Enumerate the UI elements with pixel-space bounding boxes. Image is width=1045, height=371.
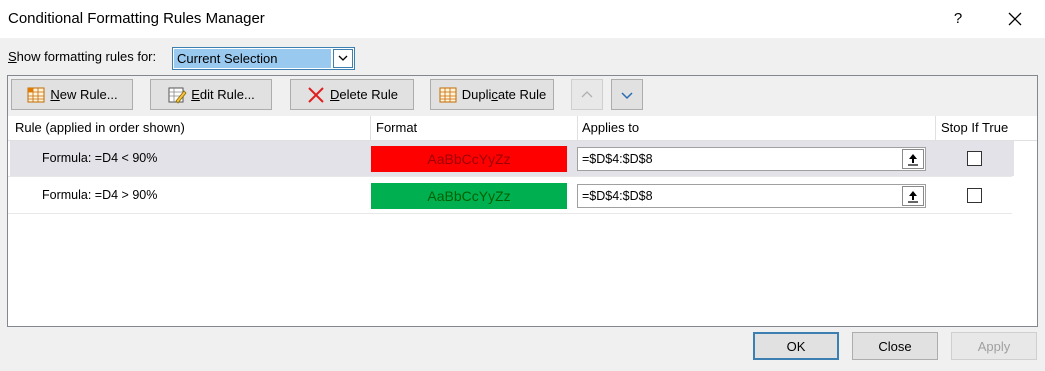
new-rule-label: New Rule...: [50, 87, 118, 102]
applies-to-value: =$D$4:$D$8: [582, 189, 653, 203]
delete-rule-button[interactable]: Delete Rule: [290, 79, 414, 110]
chevron-up-icon: [581, 90, 593, 97]
move-down-button[interactable]: [611, 79, 643, 110]
applies-to-field[interactable]: =$D$4:$D$8: [577, 184, 926, 208]
collapse-dialog-icon[interactable]: [902, 186, 924, 206]
edit-rule-icon: [167, 86, 187, 104]
close-icon[interactable]: [1004, 8, 1026, 30]
column-divider: [577, 116, 578, 140]
new-rule-icon: [26, 86, 46, 104]
close-button[interactable]: Close: [852, 332, 938, 360]
move-up-button[interactable]: [571, 79, 603, 110]
column-divider: [370, 116, 371, 140]
scope-dropdown[interactable]: Current Selection: [172, 47, 355, 70]
rules-panel: New Rule... Edit Rule... Delete Rule Dup…: [7, 75, 1038, 327]
delete-x-icon: [306, 86, 326, 104]
apply-button[interactable]: Apply: [951, 332, 1037, 360]
column-rule: Rule (applied in order shown): [15, 120, 185, 135]
rule-description: Formula: =D4 > 90%: [42, 188, 158, 202]
row-divider: [8, 213, 1012, 214]
delete-rule-label: Delete Rule: [330, 87, 398, 102]
row-divider: [8, 176, 1012, 177]
format-preview: AaBbCcYyZz: [371, 146, 567, 172]
ok-button[interactable]: OK: [753, 332, 839, 360]
stop-if-true-checkbox[interactable]: [967, 151, 982, 166]
rule-row[interactable]: Formula: =D4 > 90% AaBbCcYyZz =$D$4:$D$8: [10, 178, 1014, 213]
dialog-title: Conditional Formatting Rules Manager: [8, 10, 265, 27]
applies-to-field[interactable]: =$D$4:$D$8: [577, 147, 926, 171]
chevron-down-icon: [621, 91, 633, 99]
column-format: Format: [376, 120, 418, 135]
new-rule-button[interactable]: New Rule...: [11, 79, 133, 110]
rule-description: Formula: =D4 < 90%: [42, 151, 158, 165]
help-button[interactable]: ?: [948, 8, 968, 30]
stop-if-true-checkbox[interactable]: [967, 188, 982, 203]
column-stop-if-true: Stop If True: [941, 120, 1009, 135]
format-preview: AaBbCcYyZz: [371, 183, 567, 209]
collapse-dialog-icon[interactable]: [902, 149, 924, 169]
rules-toolbar: New Rule... Edit Rule... Delete Rule Dup…: [8, 76, 1037, 117]
duplicate-rule-button[interactable]: Duplicate Rule: [430, 79, 554, 110]
edit-rule-button[interactable]: Edit Rule...: [150, 79, 272, 110]
duplicate-rule-icon: [438, 86, 458, 104]
duplicate-rule-label: Duplicate Rule: [461, 87, 547, 102]
title-bar: Conditional Formatting Rules Manager ?: [0, 0, 1045, 38]
rule-row[interactable]: Formula: =D4 < 90% AaBbCcYyZz =$D$4:$D$8: [10, 141, 1014, 176]
column-divider: [935, 116, 936, 140]
applies-to-value: =$D$4:$D$8: [582, 152, 653, 166]
edit-rule-label: Edit Rule...: [191, 87, 255, 102]
scope-selected-value: Current Selection: [174, 49, 331, 68]
chevron-down-icon[interactable]: [333, 49, 353, 68]
scope-label: Show formatting rules for:: [8, 49, 157, 64]
column-applies-to: Applies to: [582, 120, 640, 135]
rules-table-header: Rule (applied in order shown) Format App…: [8, 116, 1037, 141]
